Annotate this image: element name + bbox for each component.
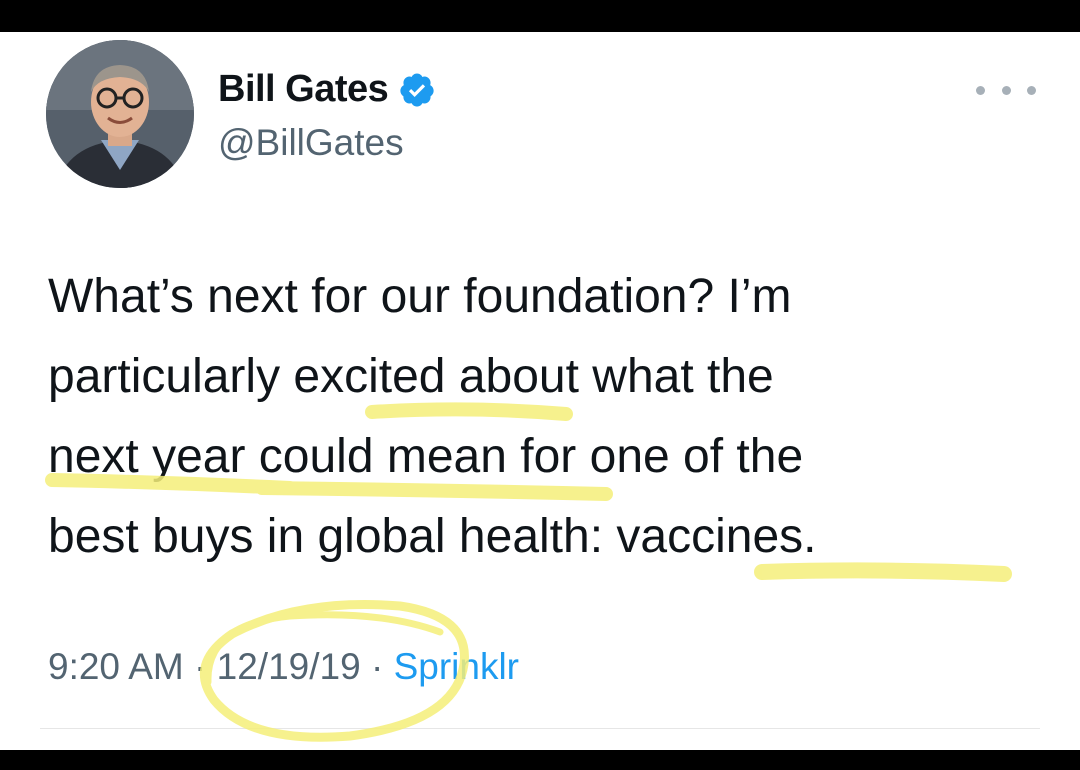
tweet-card: Bill Gates @BillGates What’s next for ou… bbox=[0, 32, 1080, 750]
tweet-line: best buys in global health: vaccines. bbox=[48, 510, 817, 563]
more-horizontal-icon[interactable] bbox=[976, 78, 1036, 102]
author-name-row[interactable]: Bill Gates bbox=[218, 68, 436, 111]
tweet-time[interactable]: 9:20 AM bbox=[48, 646, 184, 687]
more-dot bbox=[1027, 85, 1036, 95]
divider bbox=[40, 728, 1040, 729]
tweet-text: What’s next for our foundation? I’m part… bbox=[48, 257, 1048, 577]
meta-separator: · bbox=[360, 646, 394, 687]
more-dot bbox=[976, 85, 985, 95]
tweet-date[interactable]: 12/19/19 bbox=[217, 646, 361, 687]
verified-badge-icon bbox=[400, 73, 434, 106]
tweet-meta: 9:20 AM · 12/19/19 · Sprinklr bbox=[48, 646, 519, 688]
tweet-line: particularly excited about what the bbox=[48, 350, 774, 403]
tweet-source-link[interactable]: Sprinklr bbox=[394, 646, 519, 687]
meta-separator: · bbox=[183, 646, 217, 687]
avatar[interactable] bbox=[46, 40, 194, 188]
more-dot bbox=[1001, 85, 1011, 95]
author-handle[interactable]: @BillGates bbox=[218, 122, 404, 164]
tweet-line: What’s next for our foundation? I’m bbox=[48, 270, 792, 323]
author-display-name[interactable]: Bill Gates bbox=[218, 68, 389, 111]
tweet-line: next year could mean for one of the bbox=[48, 430, 804, 483]
